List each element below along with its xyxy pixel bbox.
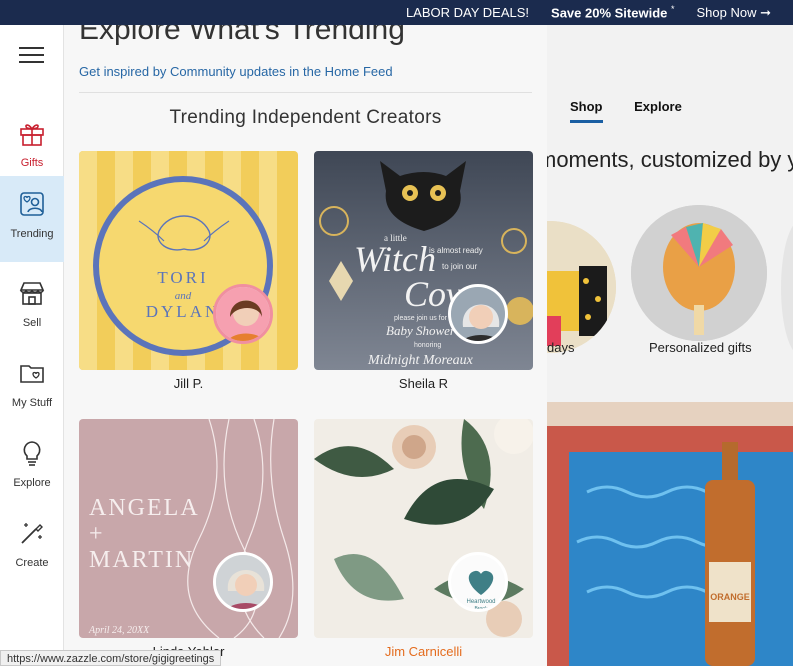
creator-card-jim[interactable]: Heartwood Brook Jim Carnicelli	[314, 419, 533, 659]
angela-martin-invite-image: ANGELA + MARTIN April 24, 20XX	[79, 419, 298, 638]
creator-avatar	[213, 284, 273, 344]
creator-thumbnail: Heartwood Brook	[314, 419, 533, 638]
rail-label-gifts: Gifts	[20, 157, 44, 169]
paddle-image	[631, 205, 767, 341]
left-rail: Gifts Trending Sell My Stuff Explore Cre…	[0, 25, 64, 666]
gift-icon	[20, 124, 44, 146]
shop-now-link[interactable]: Shop Now ➞	[697, 5, 771, 21]
tab-shop[interactable]: Shop	[570, 99, 603, 123]
drawer-title: Explore What's Trending	[79, 25, 405, 46]
trending-profile-icon	[20, 192, 44, 216]
rail-item-trending[interactable]: Trending	[0, 176, 64, 262]
folder-heart-icon	[20, 365, 44, 383]
card-text-to-join: to join our	[442, 262, 477, 271]
explore-drawer: Explore What's Trending Get inspired by …	[64, 25, 547, 666]
store-icon	[19, 282, 45, 305]
rail-label-trending: Trending	[10, 228, 54, 240]
creator-avatar: Heartwood Brook	[448, 552, 508, 612]
promo-deals-text: LABOR DAY DEALS!	[405, 5, 530, 20]
creator-avatar	[213, 552, 273, 612]
card-text-baby-shower: Baby Shower	[386, 323, 456, 338]
card-text-martin: MARTIN	[89, 547, 194, 573]
creator-card-sheila[interactable]: a little Witch is almost ready to join o…	[314, 151, 533, 391]
rail-label-my-stuff: My Stuff	[11, 397, 53, 409]
creator-card-linda[interactable]: ANGELA + MARTIN April 24, 20XX Linda Yah…	[79, 419, 298, 659]
magic-wand-icon	[21, 523, 43, 544]
category-circle-partial[interactable]	[781, 220, 793, 356]
rail-item-gifts[interactable]: Gifts	[0, 105, 64, 185]
promo-banner[interactable]: LABOR DAY DEALS! Save 20% Sitewide * Sho…	[0, 0, 793, 25]
category-left-label: days	[547, 340, 575, 355]
creator-thumbnail: a little Witch is almost ready to join o…	[314, 151, 533, 370]
card-text-honoring: honoring	[414, 342, 441, 349]
rail-label-create: Create	[15, 557, 49, 569]
rail-item-my-stuff[interactable]: My Stuff	[0, 345, 64, 425]
card-text-tori: TORI	[157, 268, 208, 287]
section-title: Trending Independent Creators	[169, 107, 442, 128]
card-text-angela: ANGELA	[89, 495, 200, 521]
status-url: https://www.zazzle.com/store/gigigreetin…	[0, 650, 222, 666]
card-text-plus: +	[89, 521, 103, 547]
creator-avatar	[448, 284, 508, 344]
rail-item-sell[interactable]: Sell	[0, 265, 64, 345]
home-feed-link[interactable]: Get inspired by Community updates in the…	[79, 64, 393, 79]
rail-label-sell: Sell	[22, 317, 42, 329]
card-text-heartwood: Heartwood	[466, 599, 495, 605]
creator-thumbnail: TORI and DYLAN	[79, 151, 298, 370]
botanical-pattern-image	[314, 419, 533, 638]
promo-save-label: Save 20% Sitewide	[551, 5, 668, 21]
background-headline: moments, customized by yo	[538, 147, 793, 172]
pool-illustration: ORANGE	[547, 402, 793, 666]
promo-save-text: Save 20% Sitewide *	[551, 4, 674, 20]
drawer-divider	[79, 92, 532, 93]
promo-asterisk: *	[671, 4, 675, 15]
hero-banner-image[interactable]: ORANGE	[547, 402, 793, 666]
lightbulb-icon	[23, 441, 41, 466]
rail-item-create[interactable]: Create	[0, 505, 64, 585]
witch-shower-image: a little Witch is almost ready to join o…	[314, 151, 533, 370]
card-text-dylan: DYLAN	[146, 302, 221, 321]
creator-thumbnail: ANGELA + MARTIN April 24, 20XX	[79, 419, 298, 638]
card-text-midnight: Midnight Moreaux	[367, 353, 474, 368]
hamburger-menu-icon[interactable]	[19, 47, 44, 63]
rail-label-explore: Explore	[13, 477, 51, 489]
card-text-date: April 24, 20XX	[88, 625, 150, 636]
card-text-and: and	[175, 290, 192, 302]
rail-item-explore[interactable]: Explore	[0, 425, 64, 505]
background-tabs: Shop Explore	[570, 99, 710, 123]
creator-name: Sheila R	[398, 376, 449, 391]
card-text-witch: Witch	[354, 239, 436, 279]
wedding-invite-image: TORI and DYLAN	[79, 151, 298, 370]
category-circle-personalized[interactable]	[631, 205, 767, 341]
tab-explore[interactable]: Explore	[634, 99, 682, 114]
creator-name: Jim Carnicelli	[384, 644, 463, 659]
creator-name: Jill P.	[173, 376, 204, 391]
card-text-almost-ready: is almost ready	[429, 246, 483, 255]
hero-bottle-label: ORANGE	[710, 592, 750, 602]
creator-card-jill[interactable]: TORI and DYLAN Jill P.	[79, 151, 298, 391]
card-text-please-join: please join us for a	[394, 315, 453, 322]
category-personalized-label: Personalized gifts	[649, 340, 752, 355]
